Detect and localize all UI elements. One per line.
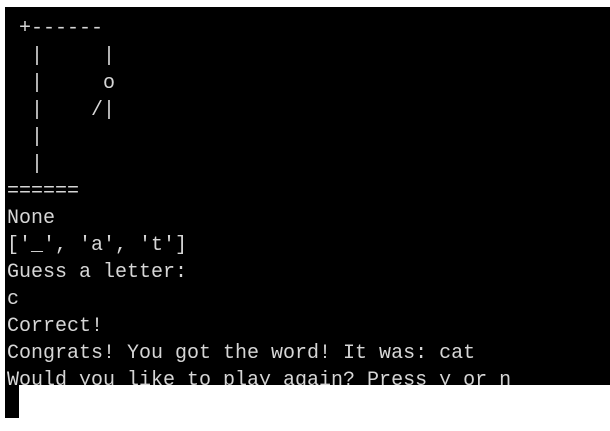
result-message: Correct! [7,315,104,338]
gallows-base: ====== [7,180,80,203]
word-progress: ['_', 'a', 't'] [7,234,188,257]
input-cursor-area[interactable] [5,392,19,418]
gallows-post: | [7,126,44,149]
output-none: None [7,207,56,230]
user-input: c [7,288,20,311]
gallows-post-lower: | [7,153,44,176]
win-message: Congrats! You got the word! It was: cat [7,342,476,365]
gallows-top: +------ [7,17,104,40]
page-background [19,385,610,431]
gallows-body: | /| [7,99,116,122]
gallows-rope: | | [7,45,116,68]
gallows-head: | o [7,72,116,95]
terminal-window[interactable]: +------ | | | o | /| | | ====== None ['_… [5,7,610,418]
guess-prompt: Guess a letter: [7,261,188,284]
